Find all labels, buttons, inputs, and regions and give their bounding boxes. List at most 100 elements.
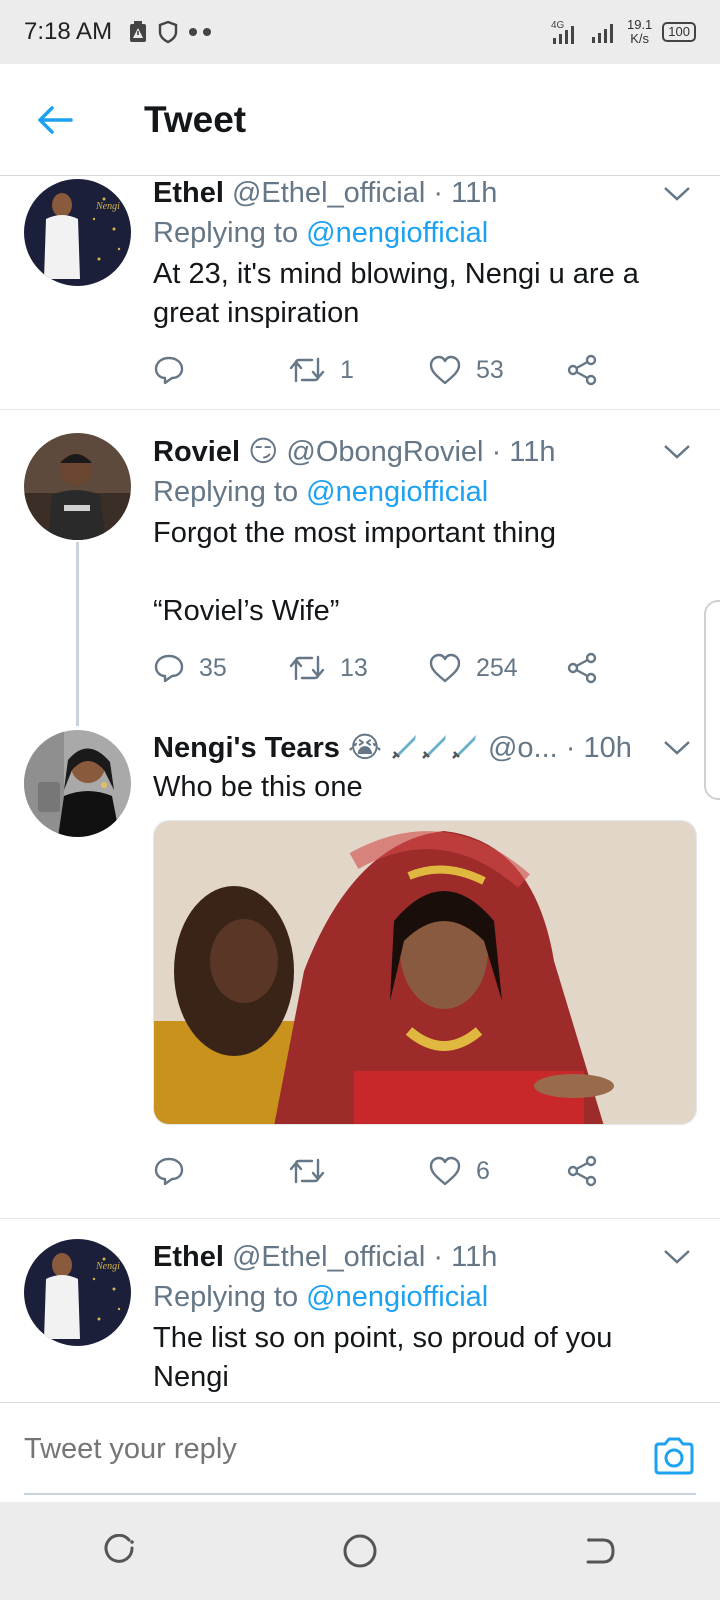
like-button[interactable]: 254 bbox=[428, 648, 518, 688]
like-count: 6 bbox=[476, 1156, 490, 1185]
svg-text:Nengi: Nengi bbox=[95, 201, 120, 212]
share-button[interactable] bbox=[566, 1151, 598, 1191]
reply-feed[interactable]: Nengi Ethel @Ethel_official · 11h Replyi… bbox=[0, 176, 720, 1402]
back-button[interactable] bbox=[0, 64, 110, 176]
mention-link[interactable]: @nengiofficial bbox=[306, 476, 488, 508]
retweet-button[interactable] bbox=[288, 1151, 326, 1191]
reply-button[interactable] bbox=[153, 1151, 185, 1191]
signal-icon bbox=[591, 24, 613, 43]
author-name[interactable]: Ethel bbox=[153, 177, 224, 209]
tweet-content: Ethel @Ethel_official · 11h Replying to … bbox=[153, 176, 694, 333]
back-arrow-icon bbox=[38, 105, 73, 134]
replying-to: Replying to @nengiofficial bbox=[153, 213, 694, 253]
signal-4g-icon: 4G bbox=[551, 20, 574, 44]
home-icon bbox=[343, 1534, 377, 1568]
share-button[interactable] bbox=[566, 648, 598, 688]
share-button[interactable] bbox=[566, 350, 598, 390]
author-handle: @o... bbox=[487, 732, 558, 764]
tweet-text: The list so on point, so proud of you Ne… bbox=[153, 1322, 613, 1393]
tweet-text: At 23, it's mind blowing, Nengi u are a … bbox=[153, 258, 639, 329]
tweet-header: Nengi's Tears 😭 @o... · 10h bbox=[153, 728, 694, 768]
tweet-time: · 11h bbox=[433, 1241, 498, 1273]
share-icon bbox=[567, 1155, 597, 1187]
tweet-item[interactable]: Nengi Ethel @Ethel_official · 11h Replyi… bbox=[0, 1219, 720, 1402]
mention-link[interactable]: @nengiofficial bbox=[306, 217, 488, 249]
tweet-time: · 10h bbox=[565, 732, 632, 764]
status-time: 7:18 AM bbox=[24, 18, 113, 45]
tweet-time: · 11h bbox=[491, 436, 556, 468]
retweet-icon bbox=[289, 357, 325, 383]
home-button[interactable] bbox=[330, 1521, 390, 1581]
replying-prefix: Replying to bbox=[153, 217, 299, 249]
tweet-text: Who be this one bbox=[153, 771, 363, 803]
reply-button[interactable]: 35 bbox=[153, 648, 227, 688]
replying-prefix: Replying to bbox=[153, 476, 299, 508]
svg-text:Nengi: Nengi bbox=[95, 1261, 120, 1272]
replying-to: Replying to @nengiofficial bbox=[153, 1277, 694, 1317]
mention-link[interactable]: @nengiofficial bbox=[306, 1281, 488, 1313]
thread-line bbox=[76, 542, 79, 726]
network-speed: 19.1 K/s bbox=[627, 18, 652, 46]
author-handle: @Ethel_official bbox=[231, 177, 426, 209]
status-notification-icons bbox=[128, 20, 214, 44]
tweet-item[interactable]: Roviel 😏 @ObongRoviel · 11h Replying to … bbox=[0, 410, 720, 726]
dagger-icon bbox=[422, 735, 446, 759]
reply-input[interactable] bbox=[24, 1433, 584, 1466]
tweet-item[interactable]: Nengi's Tears 😭 @o... · 10h Who be this … bbox=[0, 726, 720, 1196]
reply-underline bbox=[24, 1493, 696, 1495]
retweet-count: 13 bbox=[340, 653, 368, 682]
avatar[interactable] bbox=[24, 730, 131, 837]
author-name[interactable]: Ethel bbox=[153, 1241, 224, 1273]
like-count: 53 bbox=[476, 355, 504, 384]
reply-composer bbox=[0, 1402, 720, 1502]
like-button[interactable]: 6 bbox=[428, 1151, 490, 1191]
tweet-content: Ethel @Ethel_official · 11h Replying to … bbox=[153, 1237, 694, 1397]
page-title: Tweet bbox=[144, 98, 247, 140]
app-bar: Tweet bbox=[0, 64, 720, 176]
replying-prefix: Replying to bbox=[153, 1281, 299, 1313]
tweet-text: Forgot the most important thing “Roviel’… bbox=[153, 517, 556, 627]
like-icon bbox=[429, 1156, 461, 1186]
reply-button[interactable] bbox=[153, 350, 185, 390]
retweet-button[interactable]: 13 bbox=[288, 648, 368, 688]
reply-icon bbox=[154, 1157, 184, 1186]
tweet-actions: 35 13 254 bbox=[153, 648, 633, 688]
tweet-media-image[interactable] bbox=[153, 820, 697, 1125]
reply-icon bbox=[154, 654, 184, 683]
camera-button[interactable] bbox=[652, 1435, 696, 1477]
recent-apps-button[interactable] bbox=[90, 1521, 150, 1581]
speed-value: 19.1 bbox=[626, 17, 653, 32]
back-nav-button[interactable] bbox=[570, 1521, 630, 1581]
status-right-icons: 4G 19.1 K/s 100 bbox=[551, 18, 696, 46]
shield-icon bbox=[158, 20, 178, 44]
avatar[interactable]: Nengi bbox=[24, 1239, 131, 1346]
like-icon bbox=[429, 653, 461, 683]
author-handle: @ObongRoviel bbox=[286, 436, 484, 468]
tweet-item[interactable]: Nengi Ethel @Ethel_official · 11h Replyi… bbox=[0, 176, 720, 409]
battery-indicator: 100 bbox=[662, 22, 696, 42]
reply-count: 35 bbox=[199, 653, 227, 682]
back-icon bbox=[586, 1538, 615, 1564]
recent-apps-icon bbox=[104, 1534, 134, 1563]
reply-icon bbox=[154, 356, 184, 385]
author-name[interactable]: Nengi's Tears bbox=[153, 732, 340, 764]
tweet-actions: 1 53 bbox=[153, 350, 633, 390]
more-dots-icon bbox=[189, 28, 212, 36]
retweet-button[interactable]: 1 bbox=[288, 350, 354, 390]
tweet-header: Roviel 😏 @ObongRoviel · 11h bbox=[153, 432, 694, 472]
like-icon bbox=[429, 355, 461, 385]
author-handle: @Ethel_official bbox=[231, 1241, 426, 1273]
avatar[interactable]: Nengi bbox=[24, 179, 131, 286]
camera-icon bbox=[654, 1437, 694, 1475]
status-bar: 7:18 AM 4G 19.1 K/s 100 bbox=[0, 0, 720, 64]
replying-to: Replying to @nengiofficial bbox=[153, 472, 694, 512]
author-name[interactable]: Roviel bbox=[153, 436, 240, 468]
tweet-header: Ethel @Ethel_official · 11h bbox=[153, 1237, 694, 1277]
author-emoji: 😭 bbox=[347, 732, 382, 764]
avatar[interactable] bbox=[24, 433, 131, 540]
tweet-header: Ethel @Ethel_official · 11h bbox=[153, 176, 694, 213]
author-emoji: 😏 bbox=[248, 436, 279, 468]
system-nav-bar bbox=[0, 1502, 720, 1600]
like-button[interactable]: 53 bbox=[428, 350, 504, 390]
scroll-indicator[interactable] bbox=[704, 600, 720, 800]
